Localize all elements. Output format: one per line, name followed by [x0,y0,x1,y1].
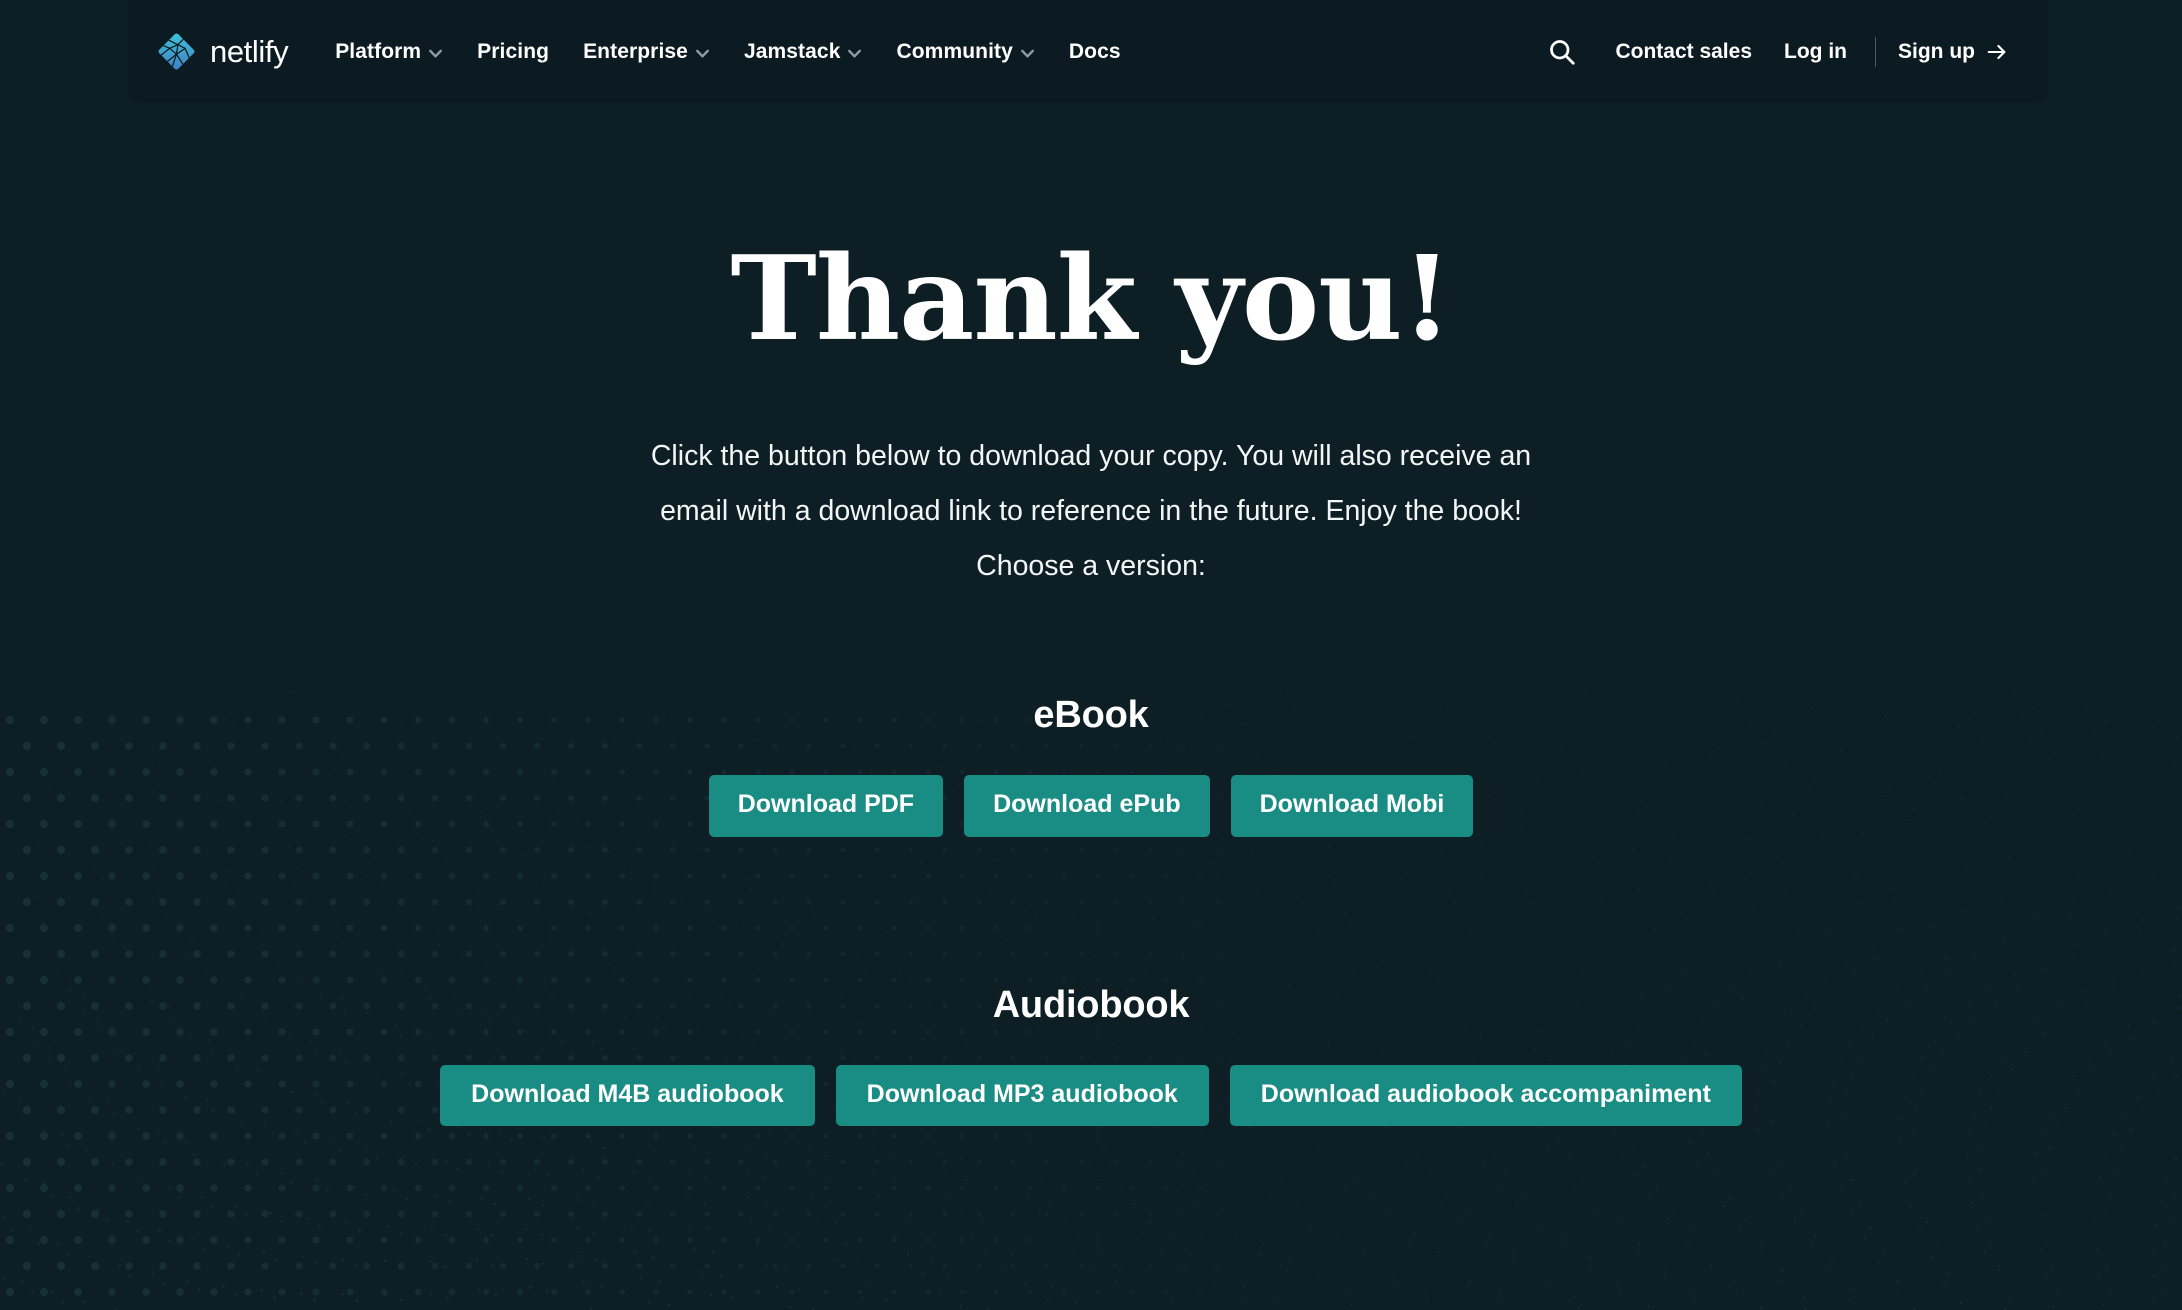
main-content: Thank you! Click the button below to dow… [0,103,2182,1126]
nav-divider [1875,36,1876,67]
nav-item-label: Pricing [477,39,550,63]
hero-description-line-1: Click the button below to download your … [650,440,1532,472]
download-audiobook-accompaniment-button[interactable]: Download audiobook accompaniment [1229,1064,1742,1126]
page-title: Thank you! [730,231,1453,367]
hero-description-line-2: email with a download link to reference … [660,495,1522,527]
nav-item-jamstack[interactable]: Jamstack [727,30,880,74]
main-navigation: netlify Platform Pricing Enterprise Jams… [128,0,2048,103]
brand-name: netlify [210,34,289,69]
chevron-down-icon [695,49,709,58]
nav-item-enterprise[interactable]: Enterprise [566,30,727,74]
nav-right-group: Contact sales Log in Sign up [1539,29,2014,75]
log-in-link[interactable]: Log in [1768,30,1863,74]
chevron-down-icon [1020,49,1034,58]
netlify-logo-link[interactable]: netlify [156,31,289,72]
ebook-button-row: Download PDF Download ePub Download Mobi [0,775,2182,837]
nav-item-docs[interactable]: Docs [1052,30,1138,74]
hero-description-line-3: Choose a version: [976,550,1206,582]
nav-item-platform[interactable]: Platform [318,30,460,74]
chevron-down-icon [429,49,443,58]
ebook-heading: eBook [1033,694,1149,736]
nav-item-pricing[interactable]: Pricing [460,30,566,74]
hero-description: Click the button below to download your … [641,429,1541,594]
contact-sales-link[interactable]: Contact sales [1599,30,1768,74]
download-m4b-audiobook-button[interactable]: Download M4B audiobook [440,1064,815,1126]
nav-item-label: Enterprise [583,39,688,63]
audiobook-heading: Audiobook [992,983,1190,1026]
sign-up-label: Sign up [1898,39,1975,63]
nav-item-label: Jamstack [743,39,841,63]
ebook-section: eBook Download PDF Download ePub Downloa… [0,694,2182,837]
download-pdf-button[interactable]: Download PDF [708,775,944,837]
download-epub-button[interactable]: Download ePub [964,775,1210,837]
sign-up-button[interactable]: Sign up [1888,30,2014,74]
audiobook-section: Audiobook Download M4B audiobook Downloa… [0,983,2182,1126]
netlify-diamond-logo-icon [156,31,197,72]
search-icon[interactable] [1539,29,1585,75]
nav-item-label: Docs [1068,39,1121,63]
download-mp3-audiobook-button[interactable]: Download MP3 audiobook [835,1064,1209,1126]
nav-links: Platform Pricing Enterprise Jamstack Com… [318,30,1137,74]
nav-item-label: Platform [335,39,422,63]
chevron-down-icon [848,49,862,58]
nav-item-label: Community [896,39,1013,63]
download-mobi-button[interactable]: Download Mobi [1230,775,1474,837]
arrow-right-icon [1987,44,2006,59]
nav-item-community[interactable]: Community [879,30,1051,74]
audiobook-button-row: Download M4B audiobook Download MP3 audi… [0,1064,2182,1126]
page-root: netlify Platform Pricing Enterprise Jams… [0,0,2182,1310]
nav-left-group: netlify Platform Pricing Enterprise Jams… [156,30,1138,74]
